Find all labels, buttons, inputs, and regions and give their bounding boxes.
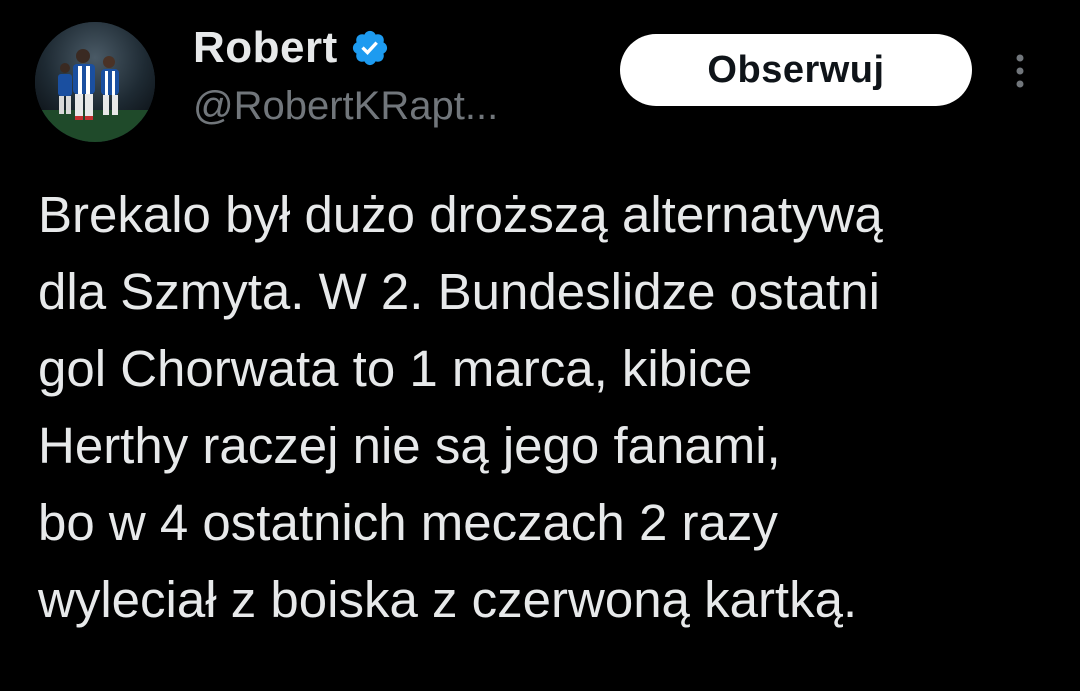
more-vertical-icon[interactable]	[1000, 46, 1040, 96]
tweet-text-line: dla Szmyta. W 2. Bundeslidze ostatni	[38, 263, 880, 320]
tweet-text-line: bo w 4 ostatnich meczach 2 razy	[38, 494, 778, 551]
tweet-text-line: Herthy raczej nie są jego fanami,	[38, 417, 781, 474]
avatar[interactable]	[35, 22, 155, 142]
follow-button[interactable]: Obserwuj	[620, 34, 972, 106]
tweet-text-line: gol Chorwata to 1 marca, kibice	[38, 340, 753, 397]
verified-badge-icon	[350, 28, 390, 68]
avatar-photo	[35, 22, 155, 142]
tweet-text: Brekalo był dużo droższą alternatywą dla…	[38, 176, 1058, 638]
tweet-text-line: Brekalo był dużo droższą alternatywą	[38, 186, 883, 243]
author-name-row[interactable]: Robert	[193, 22, 390, 74]
author-handle[interactable]: @RobertKRapt...	[193, 84, 498, 129]
author-display-name[interactable]: Robert	[193, 23, 338, 73]
tweet-card: Robert @RobertKRapt... Obserwuj Brekalo …	[0, 0, 1080, 691]
tweet-text-line: wyleciał z boiska z czerwoną kartką.	[38, 571, 858, 628]
